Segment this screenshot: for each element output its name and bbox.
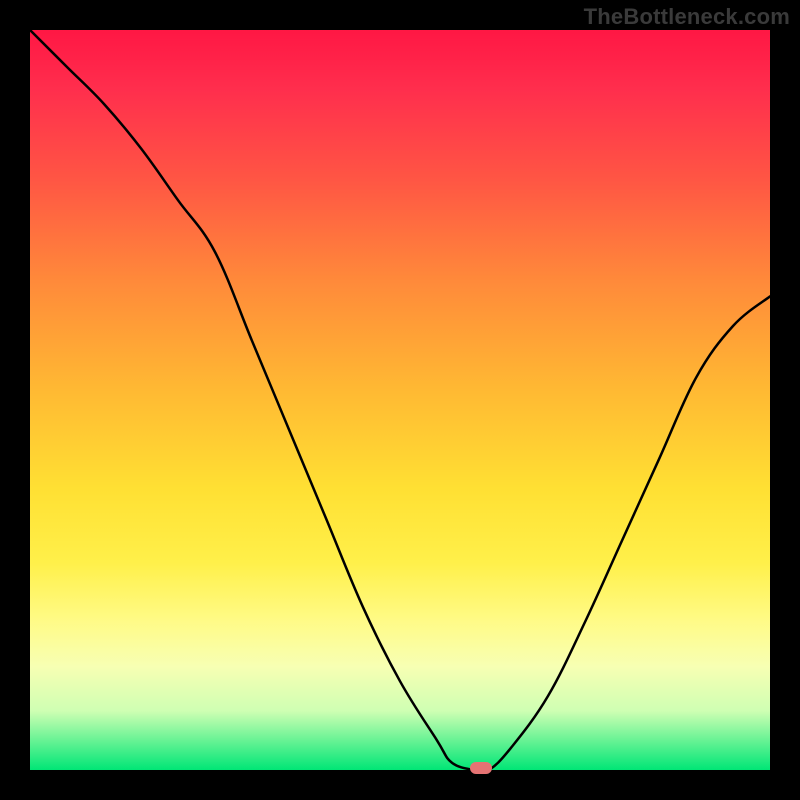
watermark-text: TheBottleneck.com [584,4,790,30]
curve-svg [30,30,770,770]
optimal-marker-icon [470,762,492,774]
bottleneck-curve-path [30,30,770,770]
chart-frame: TheBottleneck.com [0,0,800,800]
plot-area [30,30,770,770]
